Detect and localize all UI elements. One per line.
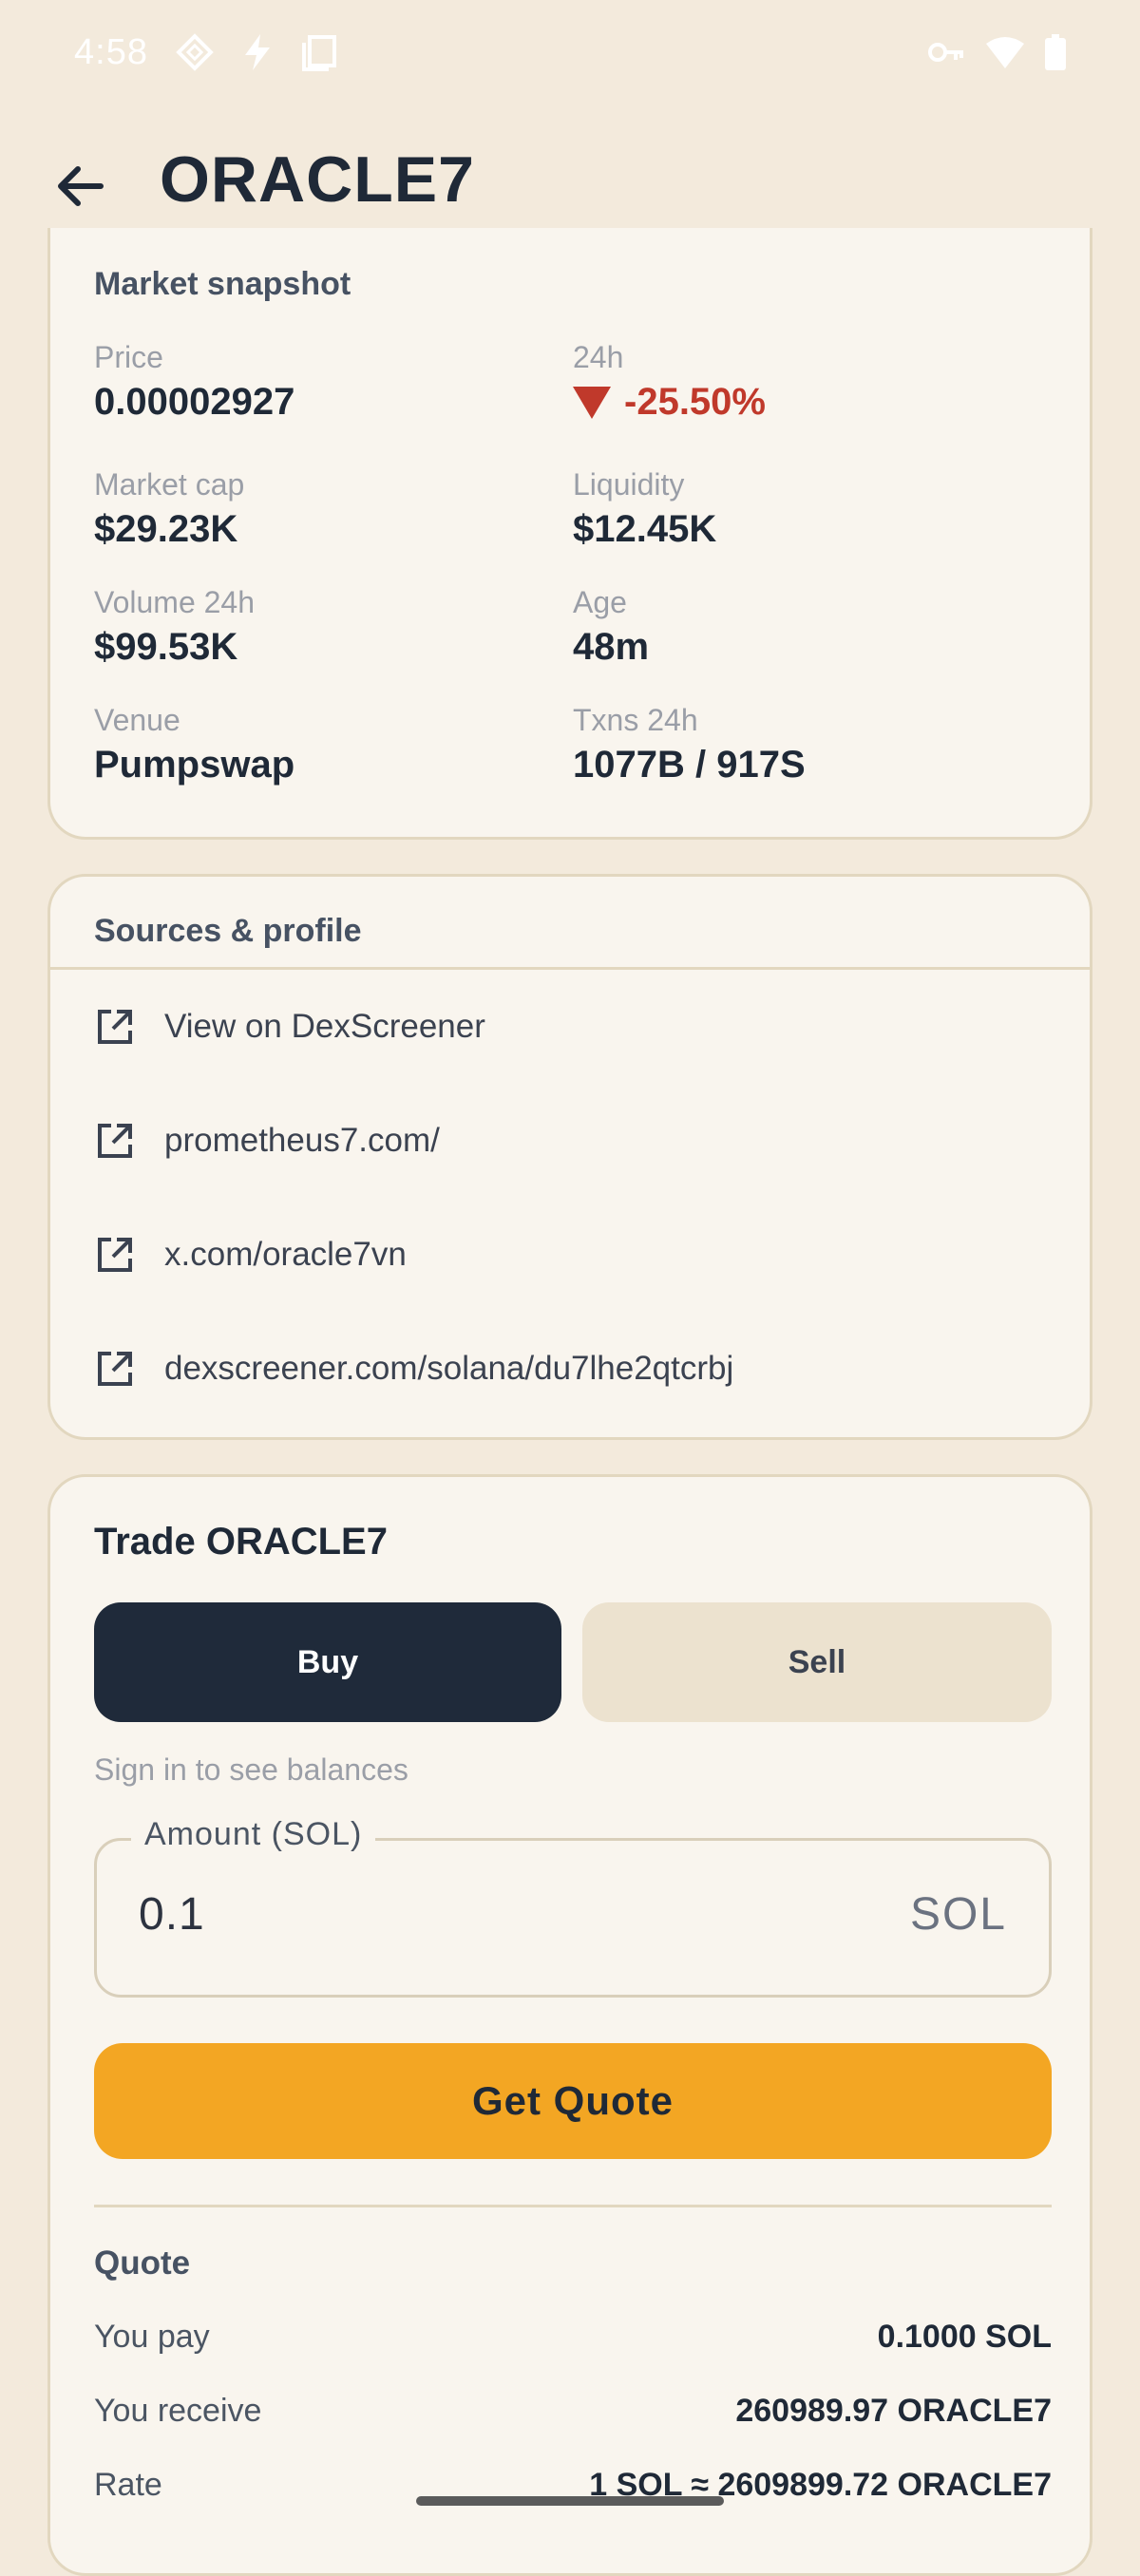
trade-title: Trade ORACLE7	[94, 1521, 388, 1563]
get-quote-button[interactable]: Get Quote	[94, 2043, 1052, 2159]
amount-suffix: SOL	[909, 1889, 1007, 1940]
external-link-icon	[98, 1238, 132, 1272]
status-time: 4:58	[74, 31, 148, 72]
venue-value: Pumpswap	[94, 744, 295, 786]
age-cell: Age 48m	[573, 585, 649, 669]
quote-value: 260989.97 ORACLE7	[735, 2393, 1052, 2429]
market-snapshot-title: Market snapshot	[94, 266, 352, 302]
external-link-icon	[98, 1010, 132, 1044]
quote-row-receive: You receive 260989.97 ORACLE7	[94, 2393, 1052, 2430]
diamond-app-icon	[176, 33, 214, 71]
external-link-icon	[98, 1352, 132, 1386]
source-label: dexscreener.com/solana/du7lhe2qtcrbj	[164, 1350, 734, 1387]
page-title: ORACLE7	[160, 143, 475, 216]
source-link-website[interactable]: prometheus7.com/	[94, 1120, 440, 1162]
quote-value: 0.1000 SOL	[877, 2319, 1052, 2355]
screen-icon	[301, 35, 336, 71]
sign-in-hint[interactable]: Sign in to see balances	[94, 1752, 408, 1788]
source-label: x.com/oracle7vn	[164, 1236, 407, 1273]
volume-value: $99.53K	[94, 626, 238, 668]
liquidity-value: $12.45K	[573, 508, 717, 550]
quote-label: You receive	[94, 2393, 262, 2429]
quote-title: Quote	[94, 2245, 191, 2282]
change-percent: -25.50%	[624, 381, 766, 423]
txns-label: Txns 24h	[573, 703, 698, 737]
buy-tab[interactable]: Buy	[94, 1602, 561, 1722]
battery-icon	[1045, 34, 1066, 70]
txns-cell: Txns 24h 1077B / 917S	[573, 703, 806, 786]
source-label: prometheus7.com/	[164, 1122, 440, 1159]
market-cap-label: Market cap	[94, 467, 245, 502]
txns-value: 1077B / 917S	[573, 744, 806, 786]
market-snapshot-card: Market snapshot Price 0.00002927 24h -25…	[48, 228, 1092, 840]
key-icon	[928, 43, 963, 62]
source-link-x[interactable]: x.com/oracle7vn	[94, 1234, 407, 1276]
external-link-icon	[98, 1124, 132, 1158]
trade-card: Trade ORACLE7 Buy Sell Sign in to see ba…	[48, 1474, 1092, 2576]
volume-cell: Volume 24h $99.53K	[94, 585, 255, 669]
age-label: Age	[573, 585, 627, 619]
liquidity-label: Liquidity	[573, 467, 685, 502]
amount-input[interactable]: 0.1	[139, 1888, 205, 1941]
price-value: 0.00002927	[94, 381, 295, 423]
source-label: View on DexScreener	[164, 1008, 485, 1045]
sources-title: Sources & profile	[94, 913, 362, 949]
liquidity-cell: Liquidity $12.45K	[573, 467, 716, 551]
status-icons-left	[175, 32, 338, 72]
bolt-icon	[244, 34, 270, 70]
arrow-back-icon	[58, 166, 104, 206]
home-indicator[interactable]	[416, 2496, 724, 2506]
venue-label: Venue	[94, 703, 180, 737]
wifi-icon	[986, 37, 1024, 68]
change-value: -25.50%	[573, 381, 766, 424]
change-cell: 24h -25.50%	[573, 340, 766, 424]
price-cell: Price 0.00002927	[94, 340, 294, 424]
source-link-dexscreener-pair[interactable]: dexscreener.com/solana/du7lhe2qtcrbj	[94, 1348, 733, 1390]
quote-label: You pay	[94, 2319, 210, 2355]
status-bar: 4:58	[0, 0, 1140, 104]
sources-header: Sources & profile	[50, 877, 1090, 970]
quote-row-pay: You pay 0.1000 SOL	[94, 2319, 1052, 2356]
market-cap-cell: Market cap $29.23K	[94, 467, 244, 551]
change-label: 24h	[573, 340, 624, 374]
sources-card: Sources & profile View on DexScreener pr…	[48, 874, 1092, 1440]
volume-label: Volume 24h	[94, 585, 256, 619]
amount-label: Amount (SOL)	[131, 1816, 376, 1853]
age-value: 48m	[573, 626, 650, 668]
sell-tab[interactable]: Sell	[582, 1602, 1052, 1722]
amount-field[interactable]: Amount (SOL) 0.1 SOL	[94, 1816, 1052, 1998]
down-triangle-icon	[573, 386, 611, 419]
source-link-dexscreener[interactable]: View on DexScreener	[94, 1006, 485, 1048]
quote-label: Rate	[94, 2467, 162, 2503]
price-label: Price	[94, 340, 163, 374]
back-button[interactable]	[46, 152, 114, 220]
divider	[94, 2205, 1052, 2207]
market-cap-value: $29.23K	[94, 508, 238, 550]
status-icons-right	[927, 34, 1066, 70]
venue-cell: Venue Pumpswap	[94, 703, 294, 786]
